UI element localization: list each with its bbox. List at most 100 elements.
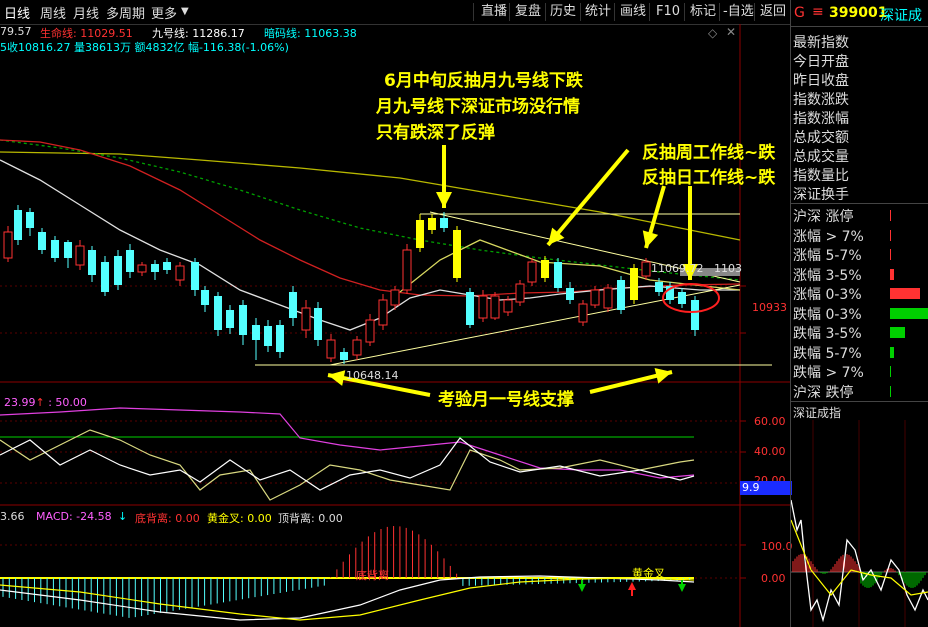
price-axis-label: 10933 — [752, 301, 787, 314]
g-icon: G — [794, 5, 805, 21]
candle-body — [655, 282, 663, 292]
quote-row: 今日开盘 — [793, 54, 849, 70]
breadth-row: 跌幅 > 7% — [793, 365, 864, 381]
mini-intraday-chart — [791, 420, 928, 627]
candle-body — [163, 262, 171, 270]
candle-body — [453, 230, 461, 278]
arrow-bottom-left-head — [328, 370, 346, 386]
candle-body — [326, 339, 336, 359]
candle-body — [402, 249, 412, 291]
quote-row: 总成交量 — [793, 149, 849, 165]
candle-body — [515, 283, 525, 303]
stats-button[interactable]: 统计 — [582, 2, 614, 22]
candle-body — [51, 240, 59, 258]
quote-row: 昨日收盘 — [793, 73, 849, 89]
breadth-row: 涨幅 3-5% — [793, 267, 862, 284]
arrow-bottom-right-head — [654, 368, 672, 384]
candle-body — [554, 262, 562, 288]
top-divergence-label: 顶背离: 0.00 — [278, 512, 343, 525]
breadth-bar — [890, 229, 891, 241]
mark-button[interactable]: 标记 — [687, 2, 719, 22]
draw-button[interactable]: 画线 — [617, 2, 649, 22]
tab-daily[interactable]: 日线 — [4, 3, 30, 22]
back-button[interactable]: 返回 — [757, 2, 789, 22]
chevron-down-icon[interactable]: ▼ — [181, 6, 189, 17]
tab-monthly[interactable]: 月线 — [73, 3, 99, 22]
annotation-bottom: 考验月一号线支撑 — [438, 390, 574, 410]
tab-weekly[interactable]: 周线 — [40, 3, 66, 22]
candle-body — [490, 295, 500, 319]
candle-body — [151, 264, 159, 272]
candle-body — [590, 289, 600, 306]
quote-row: 总成交额 — [793, 130, 849, 146]
breadth-row: 沪深 跌停 — [793, 384, 854, 401]
candle-body — [26, 212, 34, 228]
candle-body — [641, 261, 651, 277]
breadth-bar — [890, 249, 891, 260]
breadth-row: 跌幅 0-3% — [793, 306, 862, 323]
candle-body — [126, 250, 134, 272]
breadth-bar — [890, 327, 905, 338]
candle-body — [578, 303, 588, 323]
candle-body — [137, 264, 147, 273]
candle-body — [478, 295, 488, 319]
f10-button[interactable]: F10 — [653, 2, 683, 22]
candle-body — [101, 262, 109, 292]
breadth-bar — [890, 346, 894, 358]
gold-cross-label: 黄金叉: 0.00 — [207, 512, 272, 525]
candle-body — [617, 280, 625, 310]
menu-icon[interactable]: ≡ — [812, 4, 824, 20]
replay-button[interactable]: 复盘 — [512, 2, 544, 22]
macd-label: MACD: -24.58 — [36, 510, 112, 523]
rsi-badge: 9.9 — [740, 481, 792, 495]
annotation-top-3: 只有跌深了反弹 — [376, 123, 495, 143]
breadth-row: 涨幅 0-3% — [793, 287, 862, 303]
breadth-bar — [890, 366, 891, 377]
candle-body — [301, 307, 311, 331]
candle-body — [14, 210, 22, 240]
signal-up-icon — [628, 582, 636, 590]
candle-body — [38, 232, 46, 250]
candle-body — [691, 300, 699, 330]
tab-multi-period[interactable]: 多周期 — [106, 3, 145, 22]
index-name: 深证成 — [880, 8, 922, 24]
live-button[interactable]: 直播 — [478, 2, 510, 22]
tab-more[interactable]: 更多 — [151, 3, 177, 22]
candle-body — [527, 261, 537, 283]
candle-body — [365, 319, 375, 343]
candle-body — [252, 325, 260, 340]
rsi-yellow — [0, 429, 695, 501]
high-price-label-right: 1103 — [714, 262, 742, 275]
macd-axis-100: 100.0 — [761, 540, 793, 553]
candle-body — [3, 231, 13, 259]
chart-bottom-divergence-tag: 底背离 — [356, 569, 389, 582]
add-watchlist-button[interactable]: -自选 — [720, 2, 757, 22]
candle-body — [440, 218, 448, 228]
breadth-bar — [890, 307, 928, 319]
quote-row: 指数量比 — [793, 168, 849, 184]
candle-body — [239, 305, 247, 335]
candle-body — [390, 289, 400, 306]
chart-toolbar: 日线 周线 月线 多周期 更多 ▼ 直播 复盘 历史 统计 画线 F10 标记 … — [0, 0, 790, 25]
candle-body — [114, 256, 122, 285]
annotation-top-1: 6月中旬反抽月九号线下跌 — [384, 71, 583, 91]
macd-arrow-icon: ↓ — [118, 510, 128, 523]
candle-body — [541, 260, 549, 278]
breadth-bar — [890, 288, 920, 299]
candle-body — [201, 290, 209, 305]
candle-body — [289, 292, 297, 318]
nine-line — [0, 159, 740, 331]
candle-body — [75, 245, 85, 266]
candle-body — [378, 299, 388, 326]
candle-body — [603, 287, 613, 309]
candle-body — [88, 250, 96, 275]
ma-green-dashed — [0, 139, 741, 281]
candle-body — [630, 268, 638, 300]
breadth-bar — [890, 210, 891, 221]
rsi-axis-40: 40.00 — [754, 445, 786, 458]
candle-body — [503, 299, 513, 313]
rsi-label: 23.99↑ : 50.00 — [4, 396, 87, 409]
bottom-divergence-label: 底背离: 0.00 — [135, 512, 200, 525]
quote-row: 深证换手 — [793, 187, 849, 203]
history-button[interactable]: 历史 — [547, 2, 579, 22]
